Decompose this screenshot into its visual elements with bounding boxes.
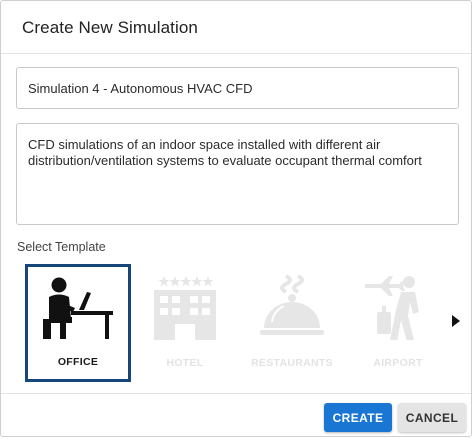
template-restaurants[interactable]: RESTAURANTS — [239, 264, 345, 382]
dialog-footer: CREATE CANCEL — [1, 393, 471, 439]
dialog-title: Create New Simulation — [22, 18, 198, 37]
traveler-icon — [365, 276, 419, 340]
select-template-label: Select Template — [17, 240, 106, 254]
template-office-label: OFFICE — [57, 356, 99, 368]
create-simulation-dialog: Create New Simulation CFD simulations of… — [0, 0, 472, 437]
create-button[interactable]: CREATE — [324, 403, 392, 432]
template-airport-label: AIRPORT — [373, 357, 423, 369]
simulation-description-input[interactable]: CFD simulations of an indoor space insta… — [16, 123, 459, 225]
template-restaurants-label: RESTAURANTS — [251, 357, 333, 369]
office-worker-icon — [43, 277, 113, 339]
template-hotel[interactable]: HOTEL — [132, 264, 238, 382]
hotel-icon — [154, 276, 216, 340]
simulation-name-input[interactable] — [16, 67, 459, 109]
template-carousel: OFFICE HOTEL RESTAURANTS AIRPORT — [1, 259, 474, 389]
template-hotel-label: HOTEL — [166, 357, 204, 369]
template-airport[interactable]: AIRPORT — [345, 264, 451, 382]
cloche-icon — [260, 274, 324, 335]
dialog-header: Create New Simulation — [1, 1, 471, 54]
template-office[interactable]: OFFICE — [25, 264, 131, 382]
cancel-button[interactable]: CANCEL — [398, 403, 466, 432]
chevron-right-icon[interactable] — [451, 314, 461, 328]
